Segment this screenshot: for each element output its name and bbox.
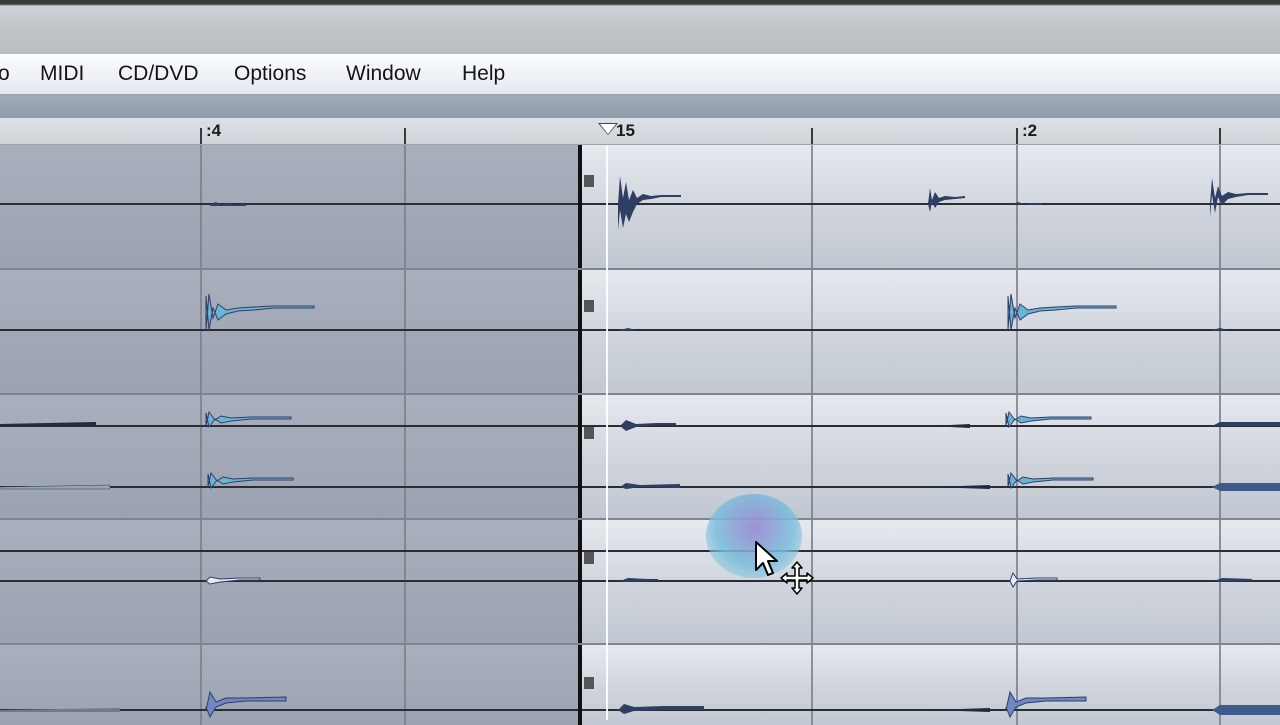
window-title-bar <box>0 0 1280 54</box>
region-edge-handle[interactable] <box>584 552 594 564</box>
track-lane-1[interactable] <box>0 145 1280 270</box>
ruler-label-2: :2 <box>1022 121 1038 140</box>
track-area[interactable] <box>0 145 1280 725</box>
region-edge[interactable] <box>578 395 582 518</box>
menu-item-help[interactable]: Help <box>462 63 505 85</box>
waveform <box>0 410 1280 491</box>
region-edge-handle[interactable] <box>584 300 594 312</box>
ruler-tick <box>811 128 813 144</box>
ruler-tick <box>1016 128 1018 144</box>
waveform <box>205 571 1252 588</box>
region-edge-handle[interactable] <box>584 677 594 689</box>
ruler-tick <box>1219 128 1221 144</box>
waveform <box>0 690 1280 719</box>
ruler-tick <box>200 128 202 144</box>
playhead-line[interactable] <box>606 145 608 720</box>
arrow-pointer-icon <box>755 541 778 576</box>
region-edge-handle[interactable] <box>584 427 594 439</box>
region-edge[interactable] <box>578 270 582 393</box>
toolbar-strip <box>0 95 1280 118</box>
region-edge[interactable] <box>578 520 582 643</box>
track-lane-5[interactable] <box>0 645 1280 725</box>
playhead-marker[interactable] <box>600 124 616 134</box>
track-lane-2[interactable] <box>0 270 1280 395</box>
menu-item-partial[interactable]: o <box>0 63 10 85</box>
track-lane-4[interactable] <box>0 520 1280 645</box>
waveform <box>205 293 1228 331</box>
move-cross-icon <box>780 561 814 595</box>
menu-item-midi[interactable]: MIDI <box>40 63 84 85</box>
ruler-tick <box>404 128 406 144</box>
menu-item-cd-dvd[interactable]: CD/DVD <box>118 63 199 85</box>
region-edge[interactable] <box>578 145 582 268</box>
ruler-label-15: 15 <box>616 121 635 140</box>
menu-item-window[interactable]: Window <box>346 63 421 85</box>
track-lane-3[interactable] <box>0 395 1280 520</box>
waveform <box>210 176 1268 230</box>
region-edge-handle[interactable] <box>584 175 594 187</box>
menu-item-options[interactable]: Options <box>234 63 306 85</box>
ruler-label-4: :4 <box>206 121 222 140</box>
menu-bar: o MIDI CD/DVD Options Window Help <box>0 54 1280 95</box>
time-ruler[interactable]: :4 15 :2 <box>0 118 1280 145</box>
region-edge[interactable] <box>578 645 582 725</box>
